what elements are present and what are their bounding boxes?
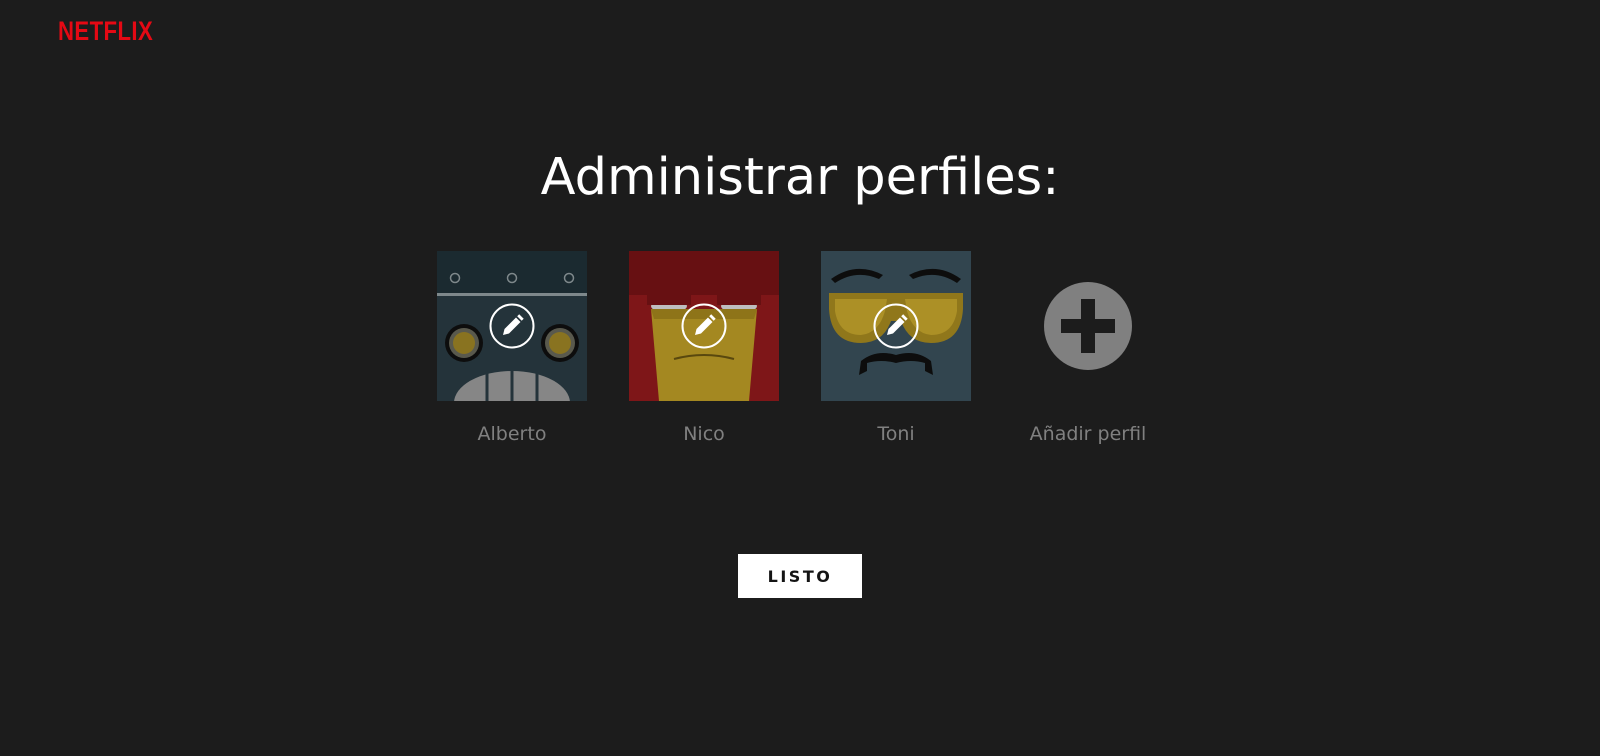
pencil-icon[interactable] [873, 303, 919, 349]
netflix-logo[interactable]: NETFLIX [58, 18, 153, 45]
plus-circle-icon[interactable] [1044, 282, 1132, 370]
profile-name: Toni [877, 423, 915, 445]
done-button[interactable]: LISTO [738, 554, 862, 598]
add-profile-button[interactable]: Añadir perfil [1013, 251, 1163, 445]
red-character-avatar[interactable] [629, 251, 779, 401]
profile-name: Nico [683, 423, 725, 445]
pencil-icon[interactable] [489, 303, 535, 349]
add-profile-label: Añadir perfil [1029, 423, 1147, 445]
sunglasses-avatar[interactable] [821, 251, 971, 401]
page-title: Administrar perfiles: [540, 148, 1060, 207]
profile-item-nico[interactable]: Nico [629, 251, 779, 445]
profile-name: Alberto [477, 423, 547, 445]
manage-profiles-page: NETFLIX Administrar perfiles: Alberto Ni… [0, 0, 1600, 756]
profile-item-alberto[interactable]: Alberto [437, 251, 587, 445]
robot-avatar[interactable] [437, 251, 587, 401]
profile-item-toni[interactable]: Toni [821, 251, 971, 445]
pencil-icon[interactable] [681, 303, 727, 349]
profile-list: Alberto Nico Toni Añadir perfil [437, 251, 1159, 461]
add-profile-tile[interactable] [1013, 251, 1163, 401]
